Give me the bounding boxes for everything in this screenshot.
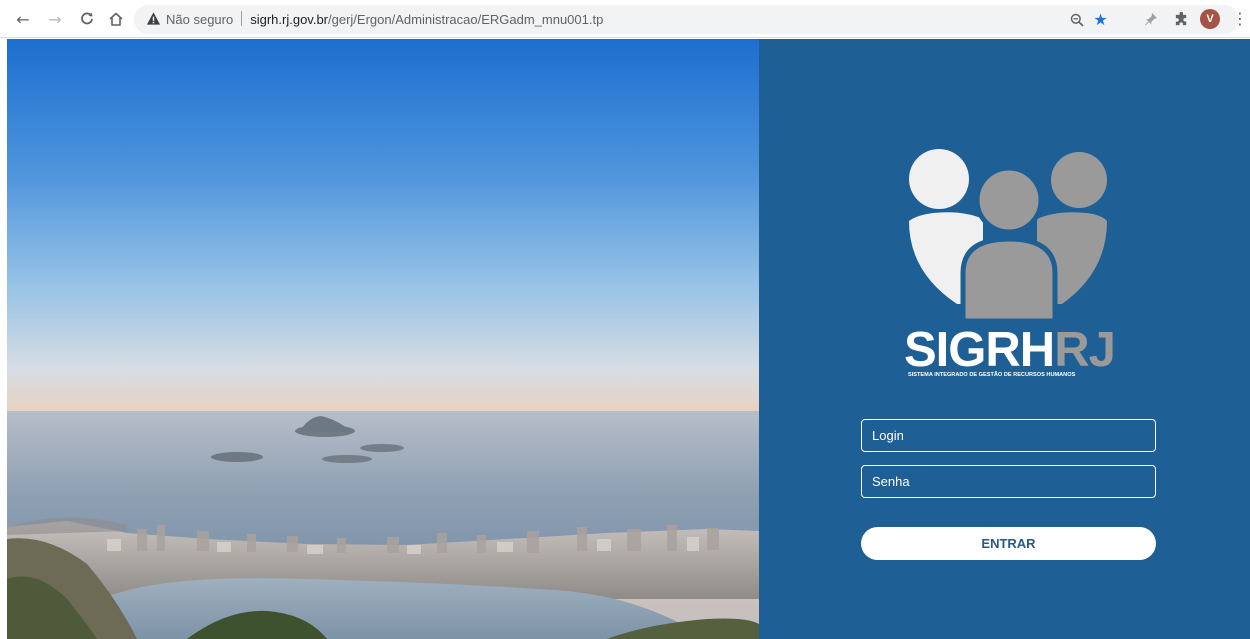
sigrhrj-logo: SIGRHRJ SISTEMA INTEGRADO DE GESTÃO DE R… — [904, 147, 1116, 382]
reload-button[interactable] — [75, 7, 99, 31]
people-logo-icon — [909, 149, 1107, 322]
logo-subtitle: SISTEMA INTEGRADO DE GESTÃO DE RECURSOS … — [908, 372, 1076, 378]
profile-avatar[interactable]: V — [1200, 9, 1220, 29]
home-button[interactable] — [104, 7, 128, 31]
password-input[interactable] — [861, 465, 1156, 498]
logo-title-rj: RJ — [1054, 323, 1116, 377]
logo-title: SIGRHRJ — [904, 323, 1116, 377]
star-icon: ★ — [1093, 10, 1108, 29]
arrow-left-icon: ← — [16, 9, 30, 29]
logo-title-sigrh: SIGRH — [904, 323, 1055, 377]
arrow-right-icon: → — [48, 9, 62, 29]
login-input[interactable] — [861, 419, 1156, 452]
warning-icon[interactable] — [146, 11, 161, 26]
browser-menu-button[interactable]: ⋮ — [1232, 8, 1248, 30]
home-icon — [109, 12, 123, 26]
reload-icon — [81, 12, 93, 25]
extensions-button[interactable] — [1170, 8, 1192, 30]
zoom-icon — [1070, 13, 1084, 27]
url-host: sigrh.rj.gov.br — [250, 12, 329, 27]
address-bar[interactable]: Não seguro sigrh.rj.gov.br/gerj/Ergon/Adm… — [134, 5, 1239, 34]
security-label[interactable]: Não seguro — [166, 12, 233, 27]
rio-landscape-image — [7, 39, 759, 639]
login-panel: SIGRHRJ SISTEMA INTEGRADO DE GESTÃO DE R… — [759, 39, 1250, 639]
bookmark-button[interactable]: ★ — [1090, 9, 1111, 30]
more-vertical-icon: ⋮ — [1232, 9, 1248, 28]
url-path: /gerj/Ergon/Administracao/ERGadm_mnu001.… — [328, 12, 604, 27]
entrar-button[interactable]: ENTRAR — [861, 527, 1156, 560]
puzzle-icon — [1175, 11, 1186, 25]
browser-toolbar: ← → Não seguro sigrh.rj.gov.br/gerj/Ergon… — [0, 0, 1250, 38]
profile-initial: V — [1206, 13, 1214, 25]
pin-icon — [1145, 13, 1157, 26]
city-photo — [7, 39, 759, 639]
address-text[interactable]: Não seguro sigrh.rj.gov.br/gerj/Ergon/Adm… — [166, 5, 603, 34]
extension-pin-button[interactable] — [1140, 8, 1162, 30]
forward-button[interactable]: → — [43, 7, 67, 31]
divider — [241, 11, 243, 26]
back-button[interactable]: ← — [11, 7, 35, 31]
zoom-button[interactable] — [1066, 9, 1087, 30]
login-page: SIGRHRJ SISTEMA INTEGRADO DE GESTÃO DE R… — [0, 39, 1250, 639]
